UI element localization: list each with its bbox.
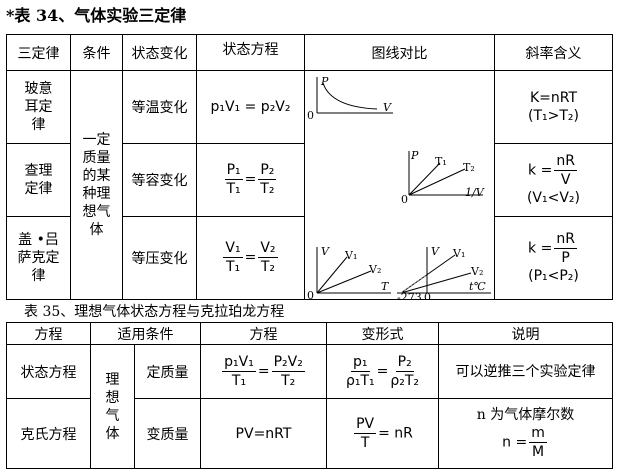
header-eq: 方程 — [200, 322, 327, 345]
header-eq-name: 方程 — [6, 322, 91, 345]
header-change: 状态变化 — [122, 34, 197, 71]
gay-zero: 0 — [307, 289, 314, 299]
boyle-zero: 0 — [307, 109, 314, 122]
condition-cell: 一定质量的某种理想气体 — [70, 70, 123, 300]
law-boyle: 玻意耳定律 — [6, 70, 71, 144]
t2-label: T₂ — [463, 161, 475, 174]
law-gay-lussac: 盖 •吕萨克定律 — [6, 215, 71, 301]
header-note: 说明 — [438, 322, 613, 345]
var-clapeyron: PV T = nR — [326, 398, 439, 469]
charles-p-label: P — [410, 149, 419, 162]
graph-cell: P V 0 P T₁ T₂ 1/V 0 V V₁ V₂ T 0 V V₁ V₂ … — [304, 70, 495, 300]
header-slope: 斜率含义 — [494, 34, 613, 71]
table35-title: 表 35、理想气体状态方程与克拉珀龙方程 — [24, 304, 285, 320]
law-charles: 查理定律 — [6, 142, 71, 217]
boyle-v-label: V — [383, 101, 392, 114]
gas-laws-table: 三定律 条件 状态变化 状态方程 图线对比 斜率含义 玻意耳定律 一定质量的某种… — [6, 34, 613, 301]
eq-charles: P₁ T₁ = P₂ T₂ — [196, 142, 305, 217]
inv-v-label: 1/V — [465, 186, 485, 199]
eq-clapeyron-name: 克氏方程 — [6, 398, 91, 469]
isotherm-curve — [322, 82, 378, 110]
tc-label: t℃ — [469, 280, 486, 293]
note-clapeyron: n 为气体摩尔数 n = m M — [438, 398, 613, 469]
header-variant: 变形式 — [326, 322, 439, 345]
t1-label: T₁ — [435, 155, 447, 168]
vt-v1-label: V₁ — [452, 247, 465, 260]
state-equation-table: 方程 适用条件 方程 变形式 说明 状态方程 理想气体 定质量 p₁V₁ T₁ = P… — [6, 322, 613, 469]
eq-state: p₁V₁ T₁ = P₂V₂ T₂ — [200, 344, 327, 399]
vt-zero: 0 — [424, 291, 431, 299]
header-graph: 图线对比 — [304, 34, 495, 71]
vt-v2-label: V₂ — [470, 265, 483, 278]
eq-clapeyron: PV=nRT — [200, 398, 327, 469]
charles-zero: 0 — [401, 193, 408, 206]
fixed-mass: 定质量 — [134, 344, 201, 399]
gay-t-label: T — [381, 280, 390, 293]
change-isobaric: 等压变化 — [122, 215, 197, 301]
header-law: 三定律 — [6, 34, 71, 71]
var-state: p₁ ρ₁T₁ = P₂ ρ₂T₂ — [326, 344, 439, 399]
change-isochoric: 等容变化 — [122, 142, 197, 217]
variable-mass: 变质量 — [134, 398, 201, 469]
t2-line — [408, 168, 466, 196]
vt-v-label: V — [431, 245, 440, 258]
note-state: 可以逆推三个实验定律 — [438, 344, 613, 399]
neg273-label: -273 — [397, 291, 422, 299]
slope-gay-lussac: k = nR P (P₁<P₂) — [494, 215, 613, 301]
slope-charles: k = nR V (V₁<V₂) — [494, 142, 613, 217]
table34-title: *表 34、气体实验三定律 — [6, 6, 187, 25]
eq-gay-lussac: V₁ T₁ = V₂ T₂ — [196, 215, 305, 301]
gay-v-label: V — [321, 245, 330, 258]
eq-state-name: 状态方程 — [6, 344, 91, 399]
graph-comparison: P V 0 P T₁ T₂ 1/V 0 V V₁ V₂ T 0 V V₁ V₂ … — [307, 75, 491, 299]
v1-label: V₁ — [344, 249, 357, 262]
ideal-gas-cond: 理想气体 — [90, 344, 135, 469]
eq-boyle: p₁V₁ = p₂V₂ — [196, 70, 305, 144]
v2-label: V₂ — [368, 263, 381, 276]
slope-boyle: K=nRT (T₁>T₂) — [494, 70, 613, 144]
change-isothermal: 等温变化 — [122, 70, 197, 144]
boyle-p-label: P — [320, 75, 329, 88]
header-equation: 状态方程 — [196, 34, 305, 71]
header-applicable: 适用条件 — [90, 322, 201, 345]
header-condition: 条件 — [70, 34, 123, 71]
